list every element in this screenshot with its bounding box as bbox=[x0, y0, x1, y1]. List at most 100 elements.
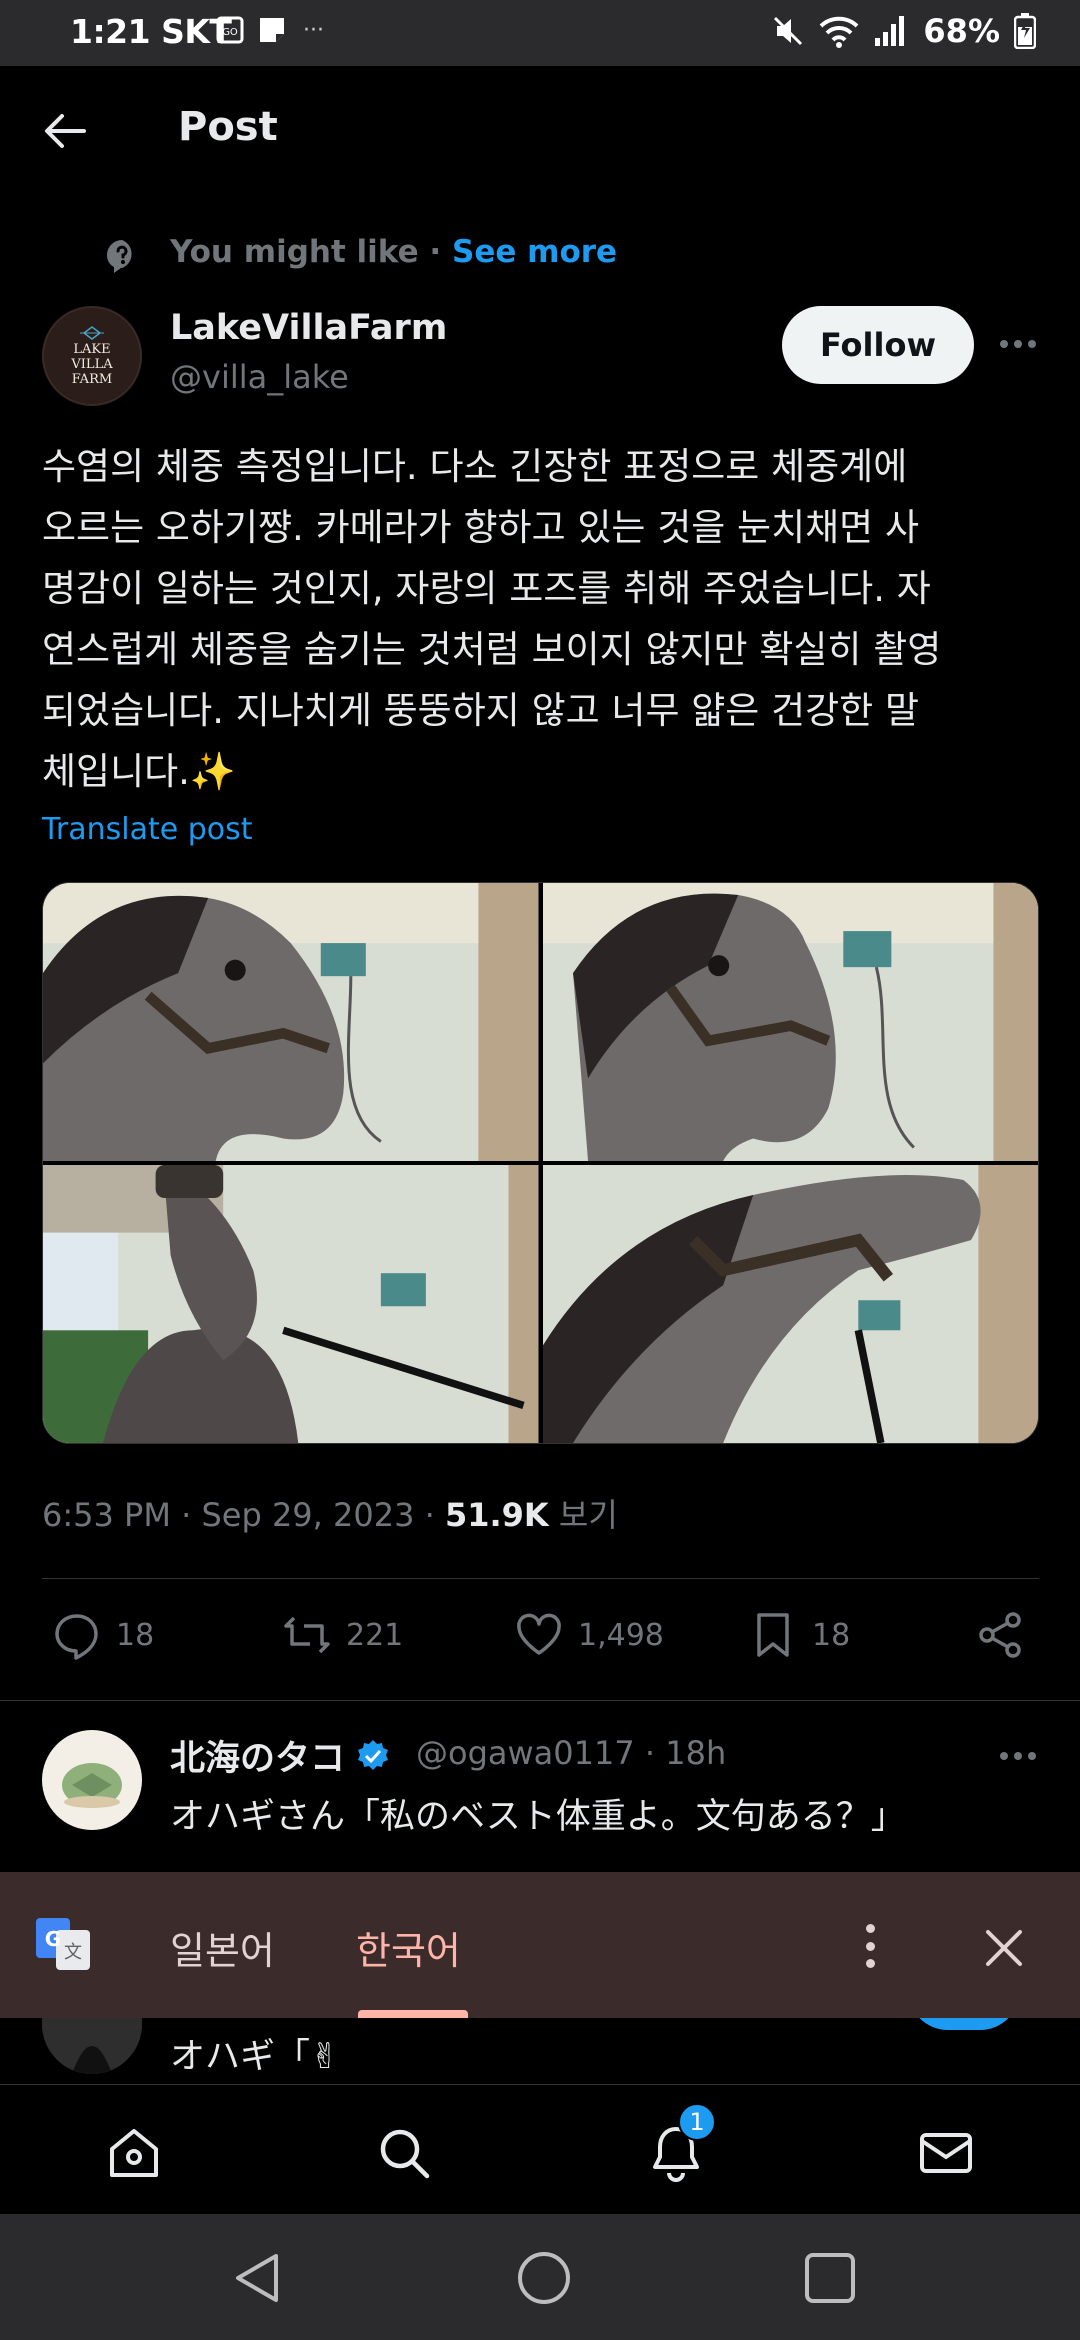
avatar-text-line-3: FARM bbox=[71, 371, 113, 387]
bookmark-icon bbox=[757, 1613, 789, 1657]
post-time: 6:53 PM bbox=[42, 1496, 171, 1534]
reply-icon bbox=[55, 1614, 98, 1660]
status-bar: 1:21 SKT GO ··· 68% bbox=[0, 0, 1080, 66]
system-navigation-bar bbox=[0, 2214, 1080, 2340]
horse-photo-2[interactable] bbox=[542, 883, 1038, 1161]
top-app-bar: Post bbox=[0, 66, 1080, 196]
post-metadata: 6:53 PM · Sep 29, 2023 · 51.9K 보기 bbox=[42, 1490, 618, 1536]
reply-handle: @ogawa0117 bbox=[416, 1734, 635, 1772]
turtle-shell-icon bbox=[62, 1763, 122, 1808]
note-notification-icon bbox=[260, 18, 284, 42]
svg-text:文: 文 bbox=[64, 1942, 82, 1963]
post-text: 수염의 체중 측정입니다. 다소 긴장한 표정으로 체중계에 오르는 오하기쨩.… bbox=[42, 445, 942, 793]
status-notification-icons: GO ··· bbox=[215, 15, 324, 45]
target-language-tab[interactable]: 한국어 bbox=[356, 1920, 461, 1975]
translate-post-link[interactable]: Translate post bbox=[42, 812, 253, 847]
share-button[interactable] bbox=[976, 1610, 1026, 1660]
reply-meta: @ogawa0117 · 18h bbox=[416, 1734, 726, 1772]
reply-more-button[interactable] bbox=[996, 1738, 1040, 1774]
status-system-icons: 68% bbox=[771, 12, 1036, 50]
avatar-text-line-1: LAKE bbox=[73, 341, 111, 357]
suggestion-context: You might like · See more bbox=[0, 228, 1080, 278]
horse-photo-3[interactable] bbox=[43, 1165, 539, 1443]
dot bbox=[865, 1959, 875, 1968]
dot bbox=[1000, 340, 1008, 348]
home-icon bbox=[110, 2129, 158, 2177]
dot bbox=[865, 1924, 875, 1933]
author-handle[interactable]: @villa_lake bbox=[170, 358, 349, 396]
horse-photo-4[interactable] bbox=[542, 1165, 1038, 1443]
nav-home[interactable] bbox=[104, 2123, 164, 2183]
system-recents-icon[interactable] bbox=[802, 2250, 858, 2306]
dot bbox=[1014, 340, 1022, 348]
divider bbox=[42, 1578, 1039, 1579]
reply2-text: オハギ「✌ bbox=[170, 2037, 340, 2077]
see-more-link[interactable]: See more bbox=[452, 234, 617, 270]
status-more-indicator: ··· bbox=[303, 17, 324, 43]
bottom-navigation: 1 bbox=[0, 2084, 1080, 2214]
translate-toolbar: G文 일본어 한국어 bbox=[0, 1872, 1080, 2018]
reply-author-name-text: 北海のタコ bbox=[170, 1739, 346, 1779]
svg-text:G: G bbox=[45, 1927, 61, 1951]
media-grid bbox=[42, 882, 1039, 1444]
dot bbox=[1014, 1752, 1022, 1760]
reply-avatar[interactable] bbox=[42, 1730, 142, 1830]
post-actions: 18 221 1,498 18 bbox=[0, 1610, 1080, 1670]
close-icon[interactable] bbox=[982, 1926, 1026, 1970]
google-translate-icon: G文 bbox=[36, 1918, 90, 1970]
view-count: 51.9K bbox=[444, 1496, 549, 1534]
battery-percent: 68% bbox=[923, 12, 1000, 50]
dot bbox=[865, 1941, 875, 1951]
repost-button[interactable]: 221 bbox=[282, 1610, 403, 1660]
suggestion-separator: · bbox=[429, 234, 442, 270]
like-button[interactable]: 1,498 bbox=[514, 1610, 664, 1660]
suggestion-bubble-icon bbox=[107, 240, 132, 273]
avatar-image bbox=[42, 2018, 142, 2074]
avatar-text-line-2: VILLA bbox=[71, 356, 113, 372]
repost-count: 221 bbox=[346, 1617, 404, 1653]
author-avatar[interactable]: LAKE VILLA FARM bbox=[42, 306, 142, 406]
notification-badge: 1 bbox=[678, 2103, 716, 2141]
reply-age: 18h bbox=[665, 1734, 727, 1772]
reply-author-name[interactable]: 北海のタコ bbox=[170, 1730, 391, 1781]
follow-button[interactable]: Follow bbox=[782, 306, 974, 384]
like-count: 1,498 bbox=[578, 1617, 664, 1653]
arrow-left-icon bbox=[45, 114, 86, 148]
dot bbox=[1028, 1752, 1036, 1760]
dot bbox=[1000, 1752, 1008, 1760]
verified-badge-icon bbox=[358, 1739, 389, 1770]
back-button[interactable] bbox=[40, 106, 90, 156]
reply-text: オハギさん「私のベスト体重よ。文句ある？」 bbox=[170, 1797, 906, 1837]
reply2-avatar[interactable] bbox=[42, 2018, 142, 2074]
horse-photo-1[interactable] bbox=[43, 883, 539, 1161]
battery-icon bbox=[1014, 13, 1036, 49]
bookmark-count: 18 bbox=[812, 1617, 851, 1653]
nav-search[interactable] bbox=[374, 2123, 434, 2183]
system-back-icon[interactable] bbox=[230, 2250, 286, 2306]
mute-icon bbox=[774, 16, 803, 46]
page-title: Post bbox=[178, 104, 278, 150]
bookmark-button[interactable]: 18 bbox=[748, 1610, 850, 1660]
system-home-icon[interactable] bbox=[516, 2250, 572, 2306]
nav-messages[interactable] bbox=[916, 2123, 976, 2183]
search-icon bbox=[380, 2129, 430, 2179]
separator: · bbox=[181, 1496, 192, 1534]
reply-button[interactable]: 18 bbox=[52, 1610, 154, 1660]
wifi-icon bbox=[820, 16, 859, 48]
post-more-button[interactable] bbox=[996, 326, 1040, 362]
signal-icon bbox=[875, 16, 905, 46]
svg-text:GO: GO bbox=[222, 27, 238, 38]
reply-count: 18 bbox=[116, 1617, 155, 1653]
view-label: 보기 bbox=[558, 1496, 618, 1534]
source-language-tab[interactable]: 일본어 bbox=[170, 1920, 275, 1975]
share-icon bbox=[979, 1612, 1021, 1658]
separator: · bbox=[424, 1496, 435, 1534]
suggestion-label: You might like bbox=[170, 234, 419, 270]
separator: · bbox=[644, 1734, 656, 1772]
mail-icon bbox=[920, 2133, 972, 2173]
repost-icon bbox=[284, 1616, 330, 1654]
author-name[interactable]: LakeVillaFarm bbox=[170, 308, 447, 348]
post-date: Sep 29, 2023 bbox=[201, 1496, 415, 1534]
divider bbox=[0, 1700, 1080, 1701]
translate-menu-button[interactable] bbox=[858, 1918, 882, 1974]
